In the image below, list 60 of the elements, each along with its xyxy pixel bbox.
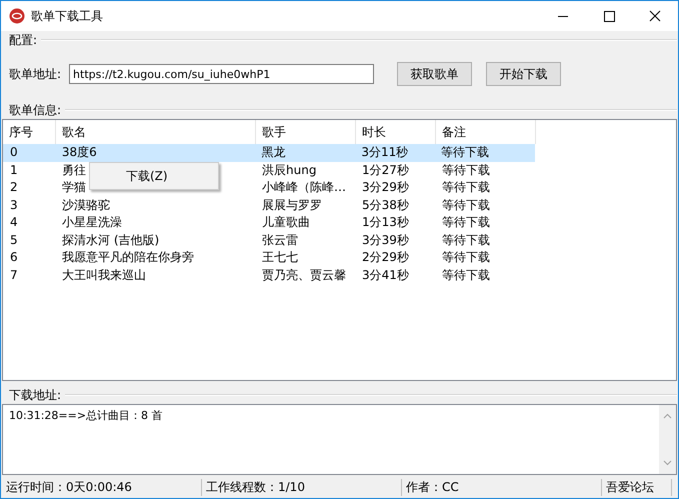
table-cell: 等待下载 — [442, 268, 490, 282]
table-cell: 黑龙 — [262, 145, 286, 159]
table-cell: 3分11秒 — [361, 145, 408, 159]
table-cell: 7 — [10, 268, 18, 282]
table-cell: 0 — [10, 145, 18, 159]
table-cell: 洪辰hung — [262, 162, 316, 176]
table-cell: 小峰峰（陈峰… — [262, 180, 346, 194]
table-cell: 我愿意平凡的陪在你身旁 — [62, 250, 194, 264]
table-cell: 3 — [10, 198, 18, 212]
table-cell: 3分41秒 — [362, 268, 409, 282]
url-label: 歌单地址: — [9, 66, 62, 82]
group-label: 下载地址: — [9, 386, 62, 404]
table-cell: 大王叫我来巡山 — [62, 268, 146, 282]
status-text: 吾爱论坛 — [602, 478, 672, 496]
table-cell: 探清水河 (吉他版) — [62, 232, 160, 246]
table-cell: 等待下载 — [442, 215, 490, 229]
table-cell: 等待下载 — [442, 162, 490, 176]
scrollbar[interactable] — [659, 405, 676, 474]
menu-item[interactable]: 下载(Z) — [122, 166, 172, 186]
table-cell: 沙漠骆驼 — [62, 198, 110, 212]
table-cell: 1分13秒 — [362, 215, 409, 229]
scroll-up-icon[interactable] — [663, 413, 672, 419]
window-title: 歌单下载工具 — [31, 8, 104, 24]
table-cell: 1分27秒 — [362, 162, 409, 176]
table-cell: 儿童歌曲 — [262, 215, 310, 229]
table-cell: 4 — [10, 215, 18, 229]
table-cell: 2分29秒 — [362, 250, 409, 264]
table-cell: 王七七 — [262, 250, 298, 264]
table-cell: 5 — [10, 232, 18, 246]
table-cell: 6 — [10, 250, 18, 264]
table-cell: 勇往 — [62, 162, 86, 176]
app-icon — [9, 8, 25, 24]
table-cell: 5分38秒 — [362, 198, 409, 212]
status-text: 运行时间：0天0:00:46 — [2, 478, 202, 496]
status-text: 工作线程数：1/10 — [202, 478, 402, 496]
table-cell: 贾乃亮、贾云馨 — [262, 268, 346, 282]
table-cell: 3分29秒 — [362, 180, 409, 194]
log-text: 10:31:28==>总计曲目：8 首 — [9, 408, 163, 423]
group-label: 歌单信息: — [9, 102, 62, 118]
table-cell: 2 — [10, 180, 18, 194]
action-button[interactable]: 获取歌单 — [397, 62, 472, 86]
status-text: 作者：CC — [402, 478, 602, 496]
scroll-down-icon[interactable] — [663, 460, 672, 466]
url-field[interactable]: https://t2.kugou.com/su_iuhe0whP1 — [69, 64, 374, 84]
log-area[interactable]: 10:31:28==>总计曲目：8 首 — [2, 404, 677, 475]
action-button[interactable]: 开始下载 — [486, 62, 562, 86]
selected-row[interactable]: 0 38度6 黑龙 3分11秒 等待下载 — [3, 144, 535, 162]
table-cell: 张云雷 — [262, 232, 298, 246]
table-cell: 等待下载 — [442, 198, 490, 212]
table-cell: 等待下载 — [442, 232, 490, 246]
table-cell: 等待下载 — [441, 145, 490, 159]
table-cell: 38度6 — [62, 145, 97, 159]
table-cell: 展展与罗罗 — [262, 198, 322, 212]
table-cell: 学猫 — [62, 180, 86, 194]
table-cell: 等待下载 — [442, 180, 490, 194]
table-cell: 1 — [10, 162, 18, 176]
group-label: 配置: — [9, 32, 38, 48]
table-cell: 小星星洗澡 — [62, 215, 122, 229]
table-cell: 3分39秒 — [362, 232, 409, 246]
table-cell: 等待下载 — [442, 250, 490, 264]
